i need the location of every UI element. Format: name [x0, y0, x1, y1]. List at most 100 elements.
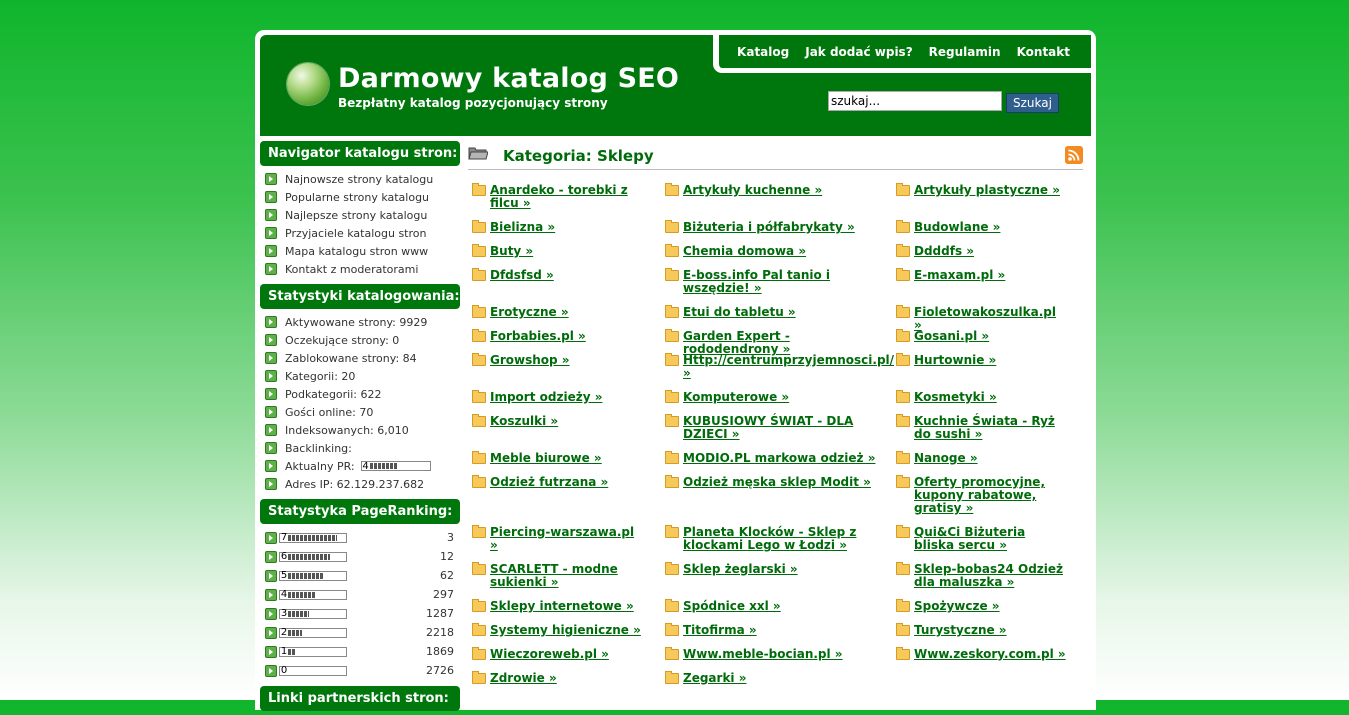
category-link[interactable]: Spódnice xxl » — [683, 600, 877, 613]
category-link[interactable]: Sklepy internetowe » — [490, 600, 644, 613]
category-link[interactable]: Dfdsfsd » — [490, 269, 644, 282]
category-item: Bielizna » — [472, 220, 644, 234]
category-link[interactable]: Spożywcze » — [914, 600, 1066, 613]
category-link[interactable]: Wieczoreweb.pl » — [490, 648, 644, 661]
site-title[interactable]: Darmowy katalog SEO — [338, 63, 679, 94]
stat-item: Indeksowanych: 6,010 — [260, 421, 460, 439]
arrow-bullet-icon — [265, 645, 277, 658]
arrow-bullet-icon — [265, 569, 277, 582]
category-link[interactable]: Www.meble-bocian.pl » — [683, 648, 877, 661]
folder-icon — [896, 623, 910, 636]
navigator-link[interactable]: Najnowsze strony katalogu — [285, 173, 433, 186]
category-link[interactable]: Sklep żeglarski » — [683, 563, 877, 576]
category-item: Systemy higieniczne » — [472, 623, 644, 637]
category-link[interactable]: Qui&Ci Biżuteria bliska sercu » — [914, 526, 1066, 552]
folder-icon — [665, 623, 679, 636]
nav-jak-dodac[interactable]: Jak dodać wpis? — [805, 45, 912, 59]
category-link[interactable]: Zdrowie » — [490, 672, 644, 685]
search-button[interactable]: Szukaj — [1006, 93, 1059, 113]
pagerank-value: 4 — [362, 460, 369, 472]
category-item: SCARLETT - modne sukienki » — [472, 562, 644, 589]
pagerank-count: 62 — [440, 569, 454, 582]
category-link[interactable]: Growshop » — [490, 354, 644, 367]
navigator-link[interactable]: Popularne strony katalogu — [285, 191, 429, 204]
category-item: Planeta Klocków - Sklep z klockami Lego … — [665, 525, 877, 552]
category-link[interactable]: Systemy higieniczne » — [490, 624, 644, 637]
category-link[interactable]: Http://centrumprzyjemnosci.pl/ » — [683, 354, 894, 380]
category-link[interactable]: Buty » — [490, 245, 644, 258]
navigator-link[interactable]: Najlepsze strony katalogu — [285, 209, 427, 222]
category-link[interactable]: Bielizna » — [490, 221, 644, 234]
folder-icon — [665, 329, 679, 342]
category-link[interactable]: Zegarki » — [683, 672, 877, 685]
category-link[interactable]: SCARLETT - modne sukienki » — [490, 563, 644, 589]
category-item: Piercing-warszawa.pl » — [472, 525, 644, 552]
category-link[interactable]: Oferty promocyjne, kupony rabatowe, grat… — [914, 476, 1066, 515]
pagerank-fill — [288, 591, 316, 598]
category-link[interactable]: Budowlane » — [914, 221, 1066, 234]
category-link[interactable]: Artykuły plastyczne » — [914, 184, 1066, 197]
nav-kontakt[interactable]: Kontakt — [1017, 45, 1070, 59]
arrow-bullet-icon — [265, 334, 277, 346]
stats-list: Aktywowane strony: 9929 Oczekujące strony… — [260, 313, 460, 493]
pagerank-fill — [288, 534, 337, 541]
navigator-link[interactable]: Kontakt z moderatorami — [285, 263, 418, 276]
category-link[interactable]: Odzież futrzana » — [490, 476, 644, 489]
category-link[interactable]: Koszulki » — [490, 415, 644, 428]
category-link[interactable]: Erotyczne » — [490, 306, 644, 319]
category-item: Forbabies.pl » — [472, 329, 644, 343]
search-input[interactable] — [828, 91, 1002, 111]
category-link[interactable]: Turystyczne » — [914, 624, 1066, 637]
navigator-list: Najnowsze strony katalogu Popularne stron… — [260, 170, 460, 278]
category-item: E-boss.info Pal tanio i wszędzie! » — [665, 268, 877, 295]
navigator-item: Mapa katalogu stron www — [260, 242, 460, 260]
category-link[interactable]: Anardeko - torebki z filcu » — [490, 184, 644, 210]
category-link[interactable]: Www.zeskory.com.pl » — [914, 648, 1066, 661]
pagerank-row: 5 62 — [260, 566, 460, 585]
category-link[interactable]: Forbabies.pl » — [490, 330, 644, 343]
category-link[interactable]: Titofirma » — [683, 624, 877, 637]
nav-regulamin[interactable]: Regulamin — [929, 45, 1001, 59]
category-item: Koszulki » — [472, 414, 644, 428]
category-link[interactable]: Import odzieży » — [490, 391, 644, 404]
pagerank-rank: 0 — [280, 665, 288, 676]
category-item: Buty » — [472, 244, 644, 258]
stat-text: Gości online: 70 — [285, 405, 374, 419]
category-item: Oferty promocyjne, kupony rabatowe, grat… — [896, 475, 1066, 515]
folder-icon — [665, 414, 679, 427]
category-link[interactable]: MODIO.PL markowa odzież » — [683, 452, 877, 465]
navigator-link[interactable]: Mapa katalogu stron www — [285, 245, 428, 258]
pagerank-row: 1 1869 — [260, 642, 460, 661]
category-item: Titofirma » — [665, 623, 877, 637]
category-link[interactable]: E-maxam.pl » — [914, 269, 1066, 282]
category-link[interactable]: Odzież męska sklep Modit » — [683, 476, 877, 489]
category-item: Www.zeskory.com.pl » — [896, 647, 1066, 661]
category-link[interactable]: Komputerowe » — [683, 391, 877, 404]
category-item: Spożywcze » — [896, 599, 1066, 613]
category-link[interactable]: Gosani.pl » — [914, 330, 1066, 343]
category-link[interactable]: Chemia domowa » — [683, 245, 877, 258]
pagerank-rank: 5 — [280, 570, 288, 581]
arrow-bullet-icon — [265, 173, 277, 185]
category-link[interactable]: Meble biurowe » — [490, 452, 644, 465]
category-link[interactable]: Etui do tabletu » — [683, 306, 877, 319]
rss-icon[interactable] — [1065, 146, 1083, 164]
category-link[interactable]: Sklep-bobas24 Odzież dla maluszka » — [914, 563, 1066, 589]
stat-item: Aktywowane strony: 9929 — [260, 313, 460, 331]
folder-icon — [665, 525, 679, 538]
category-link[interactable]: E-boss.info Pal tanio i wszędzie! » — [683, 269, 877, 295]
navigator-link[interactable]: Przyjaciele katalogu stron — [285, 227, 426, 240]
category-link[interactable]: Kuchnie Świata - Ryż do sushi » — [914, 415, 1066, 441]
category-link[interactable]: Hurtownie » — [914, 354, 1066, 367]
category-link[interactable]: Nanoge » — [914, 452, 1066, 465]
category-link[interactable]: Artykuły kuchenne » — [683, 184, 877, 197]
category-link[interactable]: KUBUSIOWY ŚWIAT - DLA DZIECI » — [683, 415, 877, 441]
category-link[interactable]: Kosmetyki » — [914, 391, 1066, 404]
category-link[interactable]: Biżuteria i półfabrykaty » — [683, 221, 877, 234]
category-link[interactable]: Ddddfs » — [914, 245, 1066, 258]
category-link[interactable]: Planeta Klocków - Sklep z klockami Lego … — [683, 526, 877, 552]
nav-katalog[interactable]: Katalog — [737, 45, 789, 59]
category-item: Zdrowie » — [472, 671, 644, 685]
category-link[interactable]: Piercing-warszawa.pl » — [490, 526, 644, 552]
navigator-item: Najnowsze strony katalogu — [260, 170, 460, 188]
